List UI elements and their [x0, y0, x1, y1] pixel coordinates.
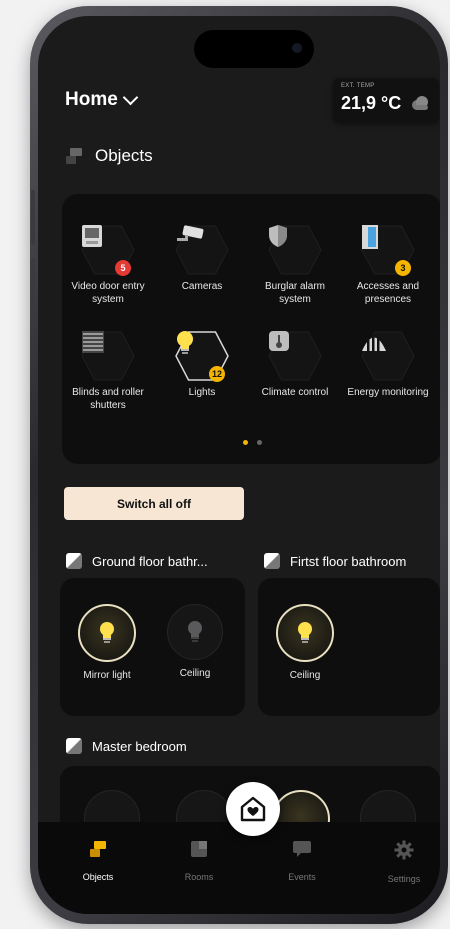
- object-hex: 12: [175, 330, 229, 382]
- object-label: Video door entry system: [71, 281, 145, 305]
- room-header-master-bedroom: Master bedroom: [66, 738, 187, 754]
- device-ceiling[interactable]: Ceiling: [159, 604, 231, 679]
- temperature-value: 21,9 °C: [341, 93, 402, 113]
- object-label: Lights: [188, 387, 216, 398]
- bulb-on-icon: [100, 622, 114, 643]
- front-camera: [292, 43, 302, 53]
- events-icon: [293, 841, 311, 857]
- object-energy-monitoring[interactable]: Energy monitoring: [344, 330, 432, 399]
- object-hex: 3: [361, 224, 415, 276]
- object-label: Climate control: [261, 387, 329, 398]
- object-badge: 3: [395, 260, 411, 276]
- object-label: Burglar alarm system: [264, 281, 326, 305]
- room-card-first-floor: Ceiling: [258, 578, 440, 716]
- camera-icon: [177, 225, 204, 241]
- volume-down-button: [31, 258, 35, 313]
- room-title: Master bedroom: [92, 738, 187, 754]
- blinds-icon: [82, 331, 104, 353]
- intercom-icon: [82, 225, 102, 247]
- location-selector[interactable]: Home: [65, 89, 139, 111]
- room-title: Ground floor bathr...: [92, 553, 208, 569]
- object-hex: [81, 330, 135, 382]
- objects-panel: 5 Video door entry system Cameras Burgla…: [62, 194, 440, 464]
- bottom-navigation: Objects Rooms Events Settings: [38, 822, 440, 914]
- object-label: Blinds and roller shutters: [72, 387, 144, 411]
- energy-icon: [362, 335, 386, 351]
- light-toggle[interactable]: [78, 604, 136, 662]
- room-header-first-floor: Firtst floor bathroom: [264, 553, 406, 569]
- nav-label: Settings: [387, 874, 421, 884]
- dynamic-island: [194, 30, 314, 68]
- bulb-on-icon: [298, 622, 312, 643]
- device-ceiling[interactable]: Ceiling: [269, 604, 341, 681]
- device-label: Ceiling: [179, 668, 211, 679]
- object-label: Accesses and presences: [356, 281, 420, 305]
- temperature-label: EXT. TEMP: [341, 83, 375, 89]
- chevron-down-icon: [122, 89, 139, 105]
- objects-section-title: Objects: [95, 146, 153, 165]
- switch-all-off-button[interactable]: Switch all off: [64, 487, 244, 520]
- home-heart-icon: [240, 796, 266, 822]
- object-cameras[interactable]: Cameras: [158, 224, 246, 293]
- device-label: Ceiling: [289, 670, 321, 681]
- room-icon: [66, 738, 82, 754]
- page-dot[interactable]: [256, 440, 262, 445]
- bulb-icon: [177, 331, 193, 354]
- object-blinds[interactable]: Blinds and roller shutters: [64, 330, 152, 412]
- object-lights[interactable]: 12 Lights: [158, 330, 246, 399]
- object-hex: [361, 330, 415, 382]
- bulb-off-icon: [188, 621, 202, 642]
- object-label: Energy monitoring: [347, 387, 429, 398]
- device-label: Mirror light: [83, 670, 131, 681]
- room-icon: [66, 553, 82, 569]
- object-hex: [175, 224, 229, 276]
- shield-icon: [269, 225, 287, 247]
- room-icon: [264, 553, 280, 569]
- room-card-ground-floor: Mirror light Ceiling: [60, 578, 245, 716]
- object-badge: 12: [209, 366, 225, 382]
- cloud-icon: [412, 96, 428, 110]
- object-hex: 5: [81, 224, 135, 276]
- nav-label: Events: [288, 872, 316, 882]
- device-mirror-light[interactable]: Mirror light: [71, 604, 143, 681]
- nav-objects[interactable]: Objects: [63, 840, 133, 882]
- volume-up-button: [31, 190, 35, 245]
- phone-screen: Home EXT. TEMP 21,9 °C Objects 5 Video d…: [38, 16, 440, 914]
- object-burglar-alarm[interactable]: Burglar alarm system: [251, 224, 339, 306]
- objects-icon: [90, 841, 106, 857]
- nav-events[interactable]: Events: [267, 840, 337, 882]
- room-title: Firtst floor bathroom: [290, 553, 407, 569]
- settings-icon: [394, 840, 414, 860]
- home-button[interactable]: [226, 782, 280, 836]
- object-climate-control[interactable]: Climate control: [251, 330, 339, 399]
- location-label: Home: [65, 89, 118, 110]
- object-label: Cameras: [181, 281, 223, 292]
- object-hex: [268, 330, 322, 382]
- nav-settings[interactable]: Settings: [369, 840, 439, 884]
- object-hex: [268, 224, 322, 276]
- objects-section-icon: [66, 148, 82, 164]
- object-accesses-presences[interactable]: 3 Accesses and presences: [344, 224, 432, 306]
- light-toggle[interactable]: [276, 604, 334, 662]
- door-icon: [362, 225, 378, 249]
- room-header-ground-floor: Ground floor bathr...: [66, 553, 208, 569]
- temperature-widget[interactable]: EXT. TEMP 21,9 °C: [333, 78, 439, 122]
- page-indicator[interactable]: [62, 440, 440, 445]
- rooms-icon: [191, 841, 207, 857]
- nav-label: Objects: [82, 872, 114, 882]
- objects-section-header: Objects: [65, 146, 153, 166]
- light-toggle[interactable]: [167, 604, 223, 660]
- page-dot-active[interactable]: [242, 440, 248, 445]
- object-badge: 5: [115, 260, 131, 276]
- nav-rooms[interactable]: Rooms: [164, 840, 234, 882]
- nav-label: Rooms: [184, 872, 214, 882]
- thermometer-icon: [269, 331, 289, 351]
- object-video-door-entry[interactable]: 5 Video door entry system: [64, 224, 152, 306]
